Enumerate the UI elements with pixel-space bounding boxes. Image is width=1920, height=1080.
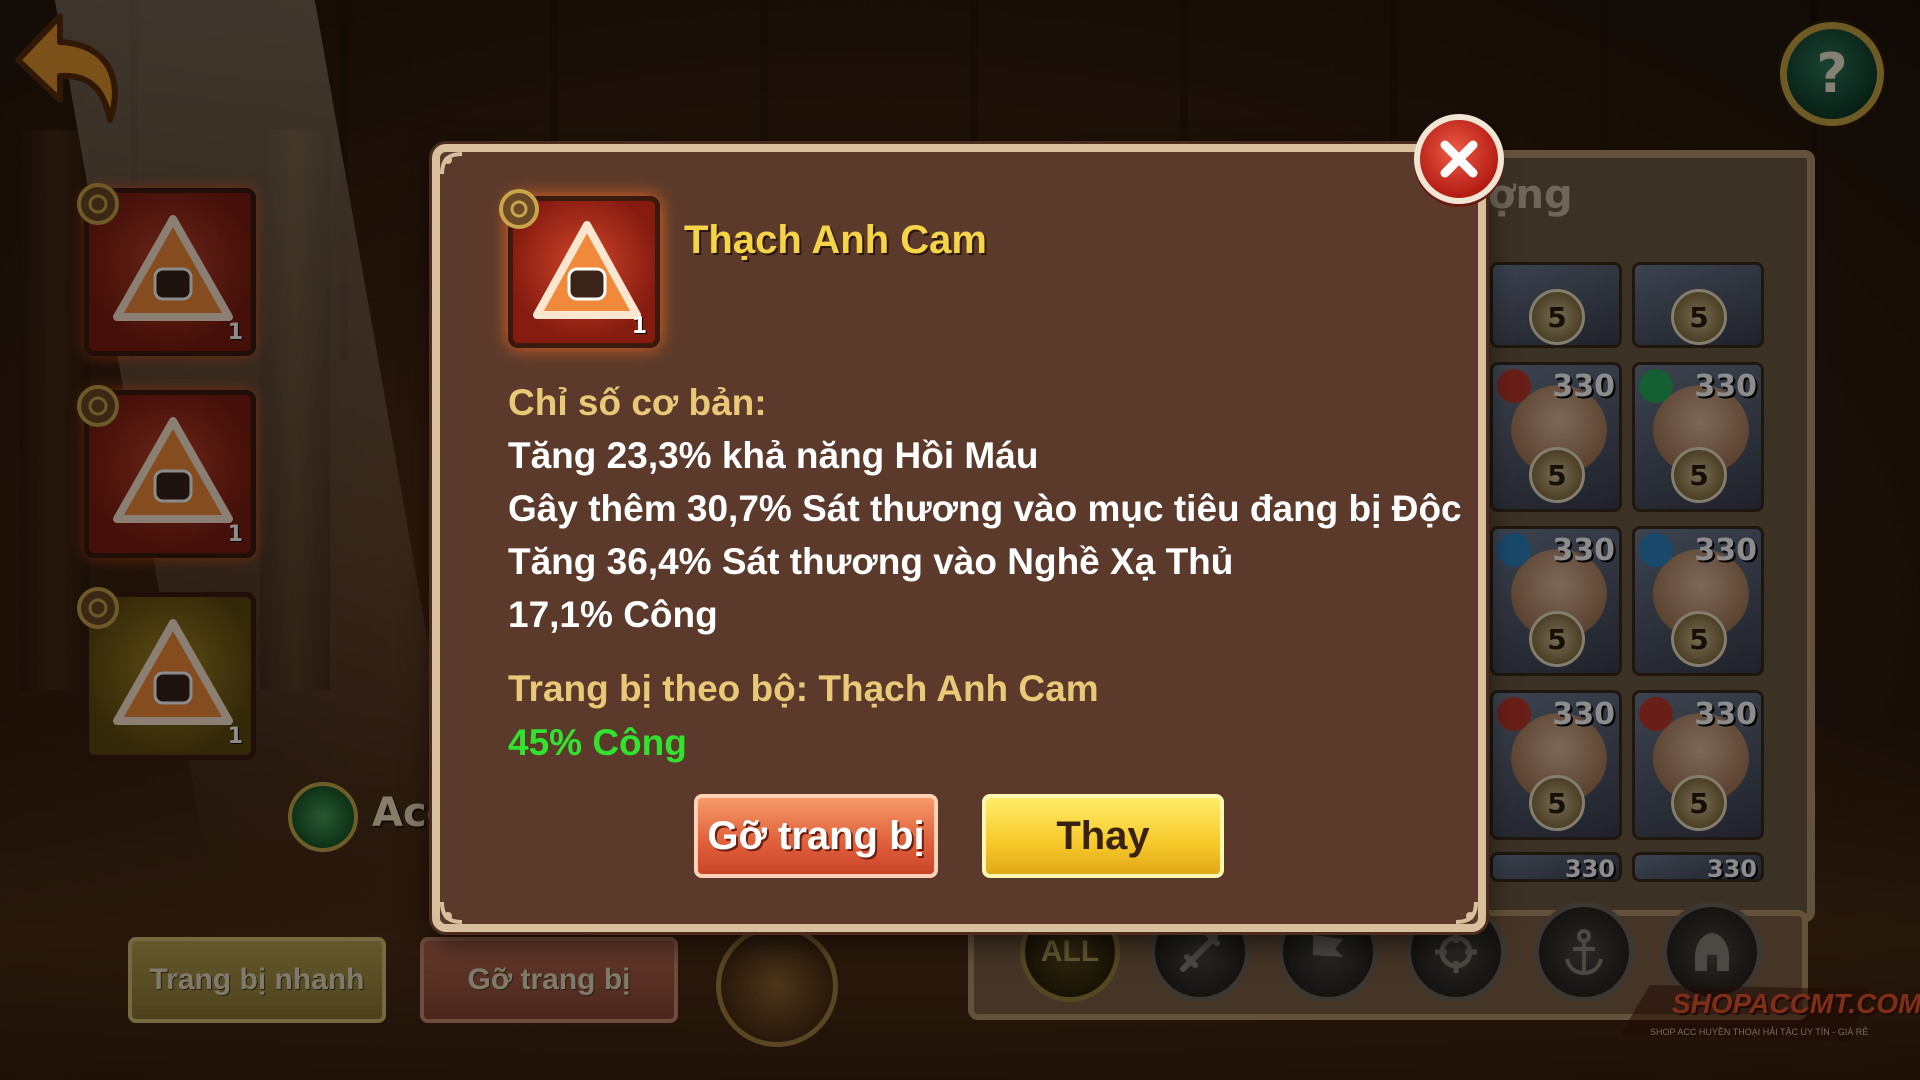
target-icon [499, 189, 539, 229]
corner-ornament [1455, 901, 1478, 924]
item-name: Thạch Anh Cam [684, 218, 987, 262]
set-bonus: 45% Công [508, 722, 687, 763]
replace-button[interactable]: Thay [982, 794, 1224, 878]
stat-line: 17,1% Công [508, 594, 718, 635]
stat-line: Tăng 36,4% Sát thương vào Nghề Xạ Thủ [508, 541, 1234, 582]
stat-line: Tăng 23,3% khả năng Hồi Máu [508, 435, 1039, 476]
close-button[interactable] [1414, 114, 1504, 204]
close-icon [1440, 140, 1478, 178]
corner-ornament [440, 901, 463, 924]
item-count: 1 [631, 314, 647, 339]
stat-line: Gây thêm 30,7% Sát thương vào mục tiêu đ… [508, 488, 1462, 529]
item-icon: 1 [499, 189, 660, 348]
unequip-button[interactable]: Gỡ trang bị [694, 794, 938, 878]
set-label: Trang bị theo bộ: Thạch Anh Cam [508, 668, 1099, 709]
fist-triangle-icon [533, 221, 641, 319]
base-stats-label: Chỉ số cơ bản: [508, 382, 767, 423]
corner-ornament [440, 152, 463, 175]
